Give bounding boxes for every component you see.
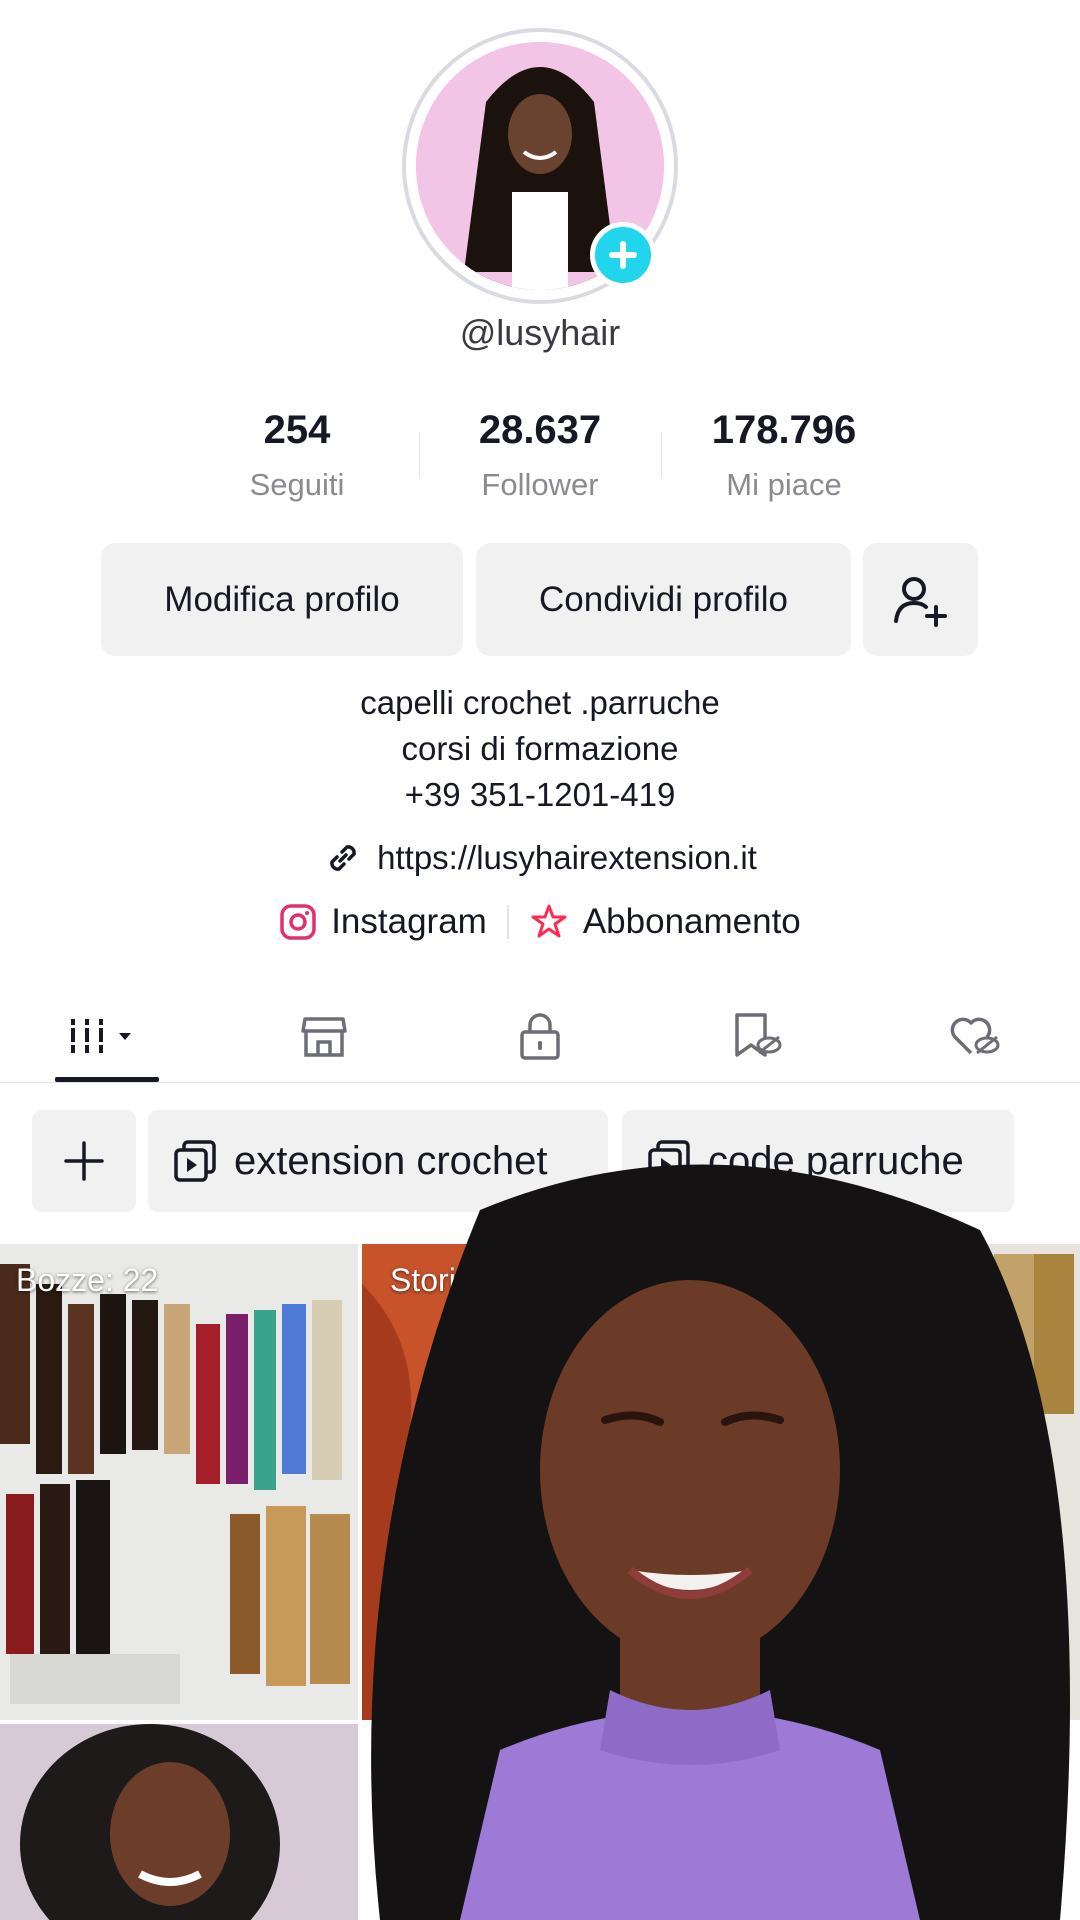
link-icon <box>330 845 356 871</box>
stat-likes-value: 178.796 <box>711 408 857 452</box>
heart-hidden-icon <box>950 1017 1000 1055</box>
bio-line-3: +39 351-1201-419 <box>404 776 676 813</box>
tab-liked[interactable] <box>914 990 1034 1082</box>
stat-likes[interactable]: 178.796 Mi piace <box>664 408 904 503</box>
video-thumbnail[interactable]: Bozze: 22 <box>0 1244 358 1720</box>
stat-followers[interactable]: 28.637 Follower <box>420 408 660 503</box>
tabs-divider <box>0 1082 1080 1083</box>
instagram-label: Instagram <box>331 902 487 941</box>
tab-videos[interactable] <box>45 990 165 1082</box>
add-user-icon <box>893 576 947 627</box>
playlist-icon <box>174 1140 216 1182</box>
share-profile-button[interactable]: Condividi profilo <box>476 543 851 656</box>
username: @lusyhair <box>459 312 621 353</box>
video-thumbnail[interactable] <box>0 1724 358 1920</box>
bookmark-hidden-icon <box>735 1013 782 1057</box>
stat-following-label: Seguiti <box>249 467 345 502</box>
edit-profile-button[interactable]: Modifica profilo <box>101 543 463 656</box>
subscription-label: Abbonamento <box>582 902 801 941</box>
drafts-label: Bozze: 22 <box>16 1262 159 1298</box>
bio-line-2: corsi di formazione <box>401 730 679 767</box>
profile-tabs <box>0 990 1080 1082</box>
tab-shop[interactable] <box>264 990 384 1082</box>
add-friend-button[interactable] <box>863 543 978 656</box>
lock-icon <box>520 1013 560 1060</box>
subscription-link[interactable]: Abbonamento <box>529 902 801 942</box>
profile-link[interactable]: https://lusyhairextension.it <box>0 838 1080 878</box>
stat-divider <box>661 432 662 478</box>
stat-likes-label: Mi piace <box>726 467 842 502</box>
thumbnail-image <box>0 1244 358 1720</box>
add-avatar-button[interactable] <box>590 222 656 288</box>
stat-followers-value: 28.637 <box>478 408 602 452</box>
tab-private[interactable] <box>480 990 600 1082</box>
add-playlist-button[interactable] <box>32 1110 136 1212</box>
thumbnail-image <box>0 1724 358 1920</box>
presenter-video <box>371 1164 1071 1920</box>
video-overlay-presenter[interactable] <box>360 1150 1080 1920</box>
subscription-star-icon <box>531 904 567 938</box>
stat-followers-label: Follower <box>481 467 599 502</box>
profile-link-text: https://lusyhairextension.it <box>377 839 757 876</box>
grid-icon <box>67 1019 131 1053</box>
bio-line-1: capelli crochet .parruche <box>360 684 720 721</box>
social-links: Instagram Abbonamento <box>0 902 1080 942</box>
plus-icon <box>609 241 637 269</box>
shop-icon <box>301 1017 347 1057</box>
plus-icon <box>64 1141 104 1181</box>
stat-following-value: 254 <box>263 408 331 452</box>
social-divider <box>506 905 509 939</box>
instagram-link[interactable]: Instagram <box>279 902 487 942</box>
tab-favorites[interactable] <box>696 990 816 1082</box>
stat-following[interactable]: 254 Seguiti <box>177 408 417 503</box>
instagram-icon <box>280 904 316 940</box>
